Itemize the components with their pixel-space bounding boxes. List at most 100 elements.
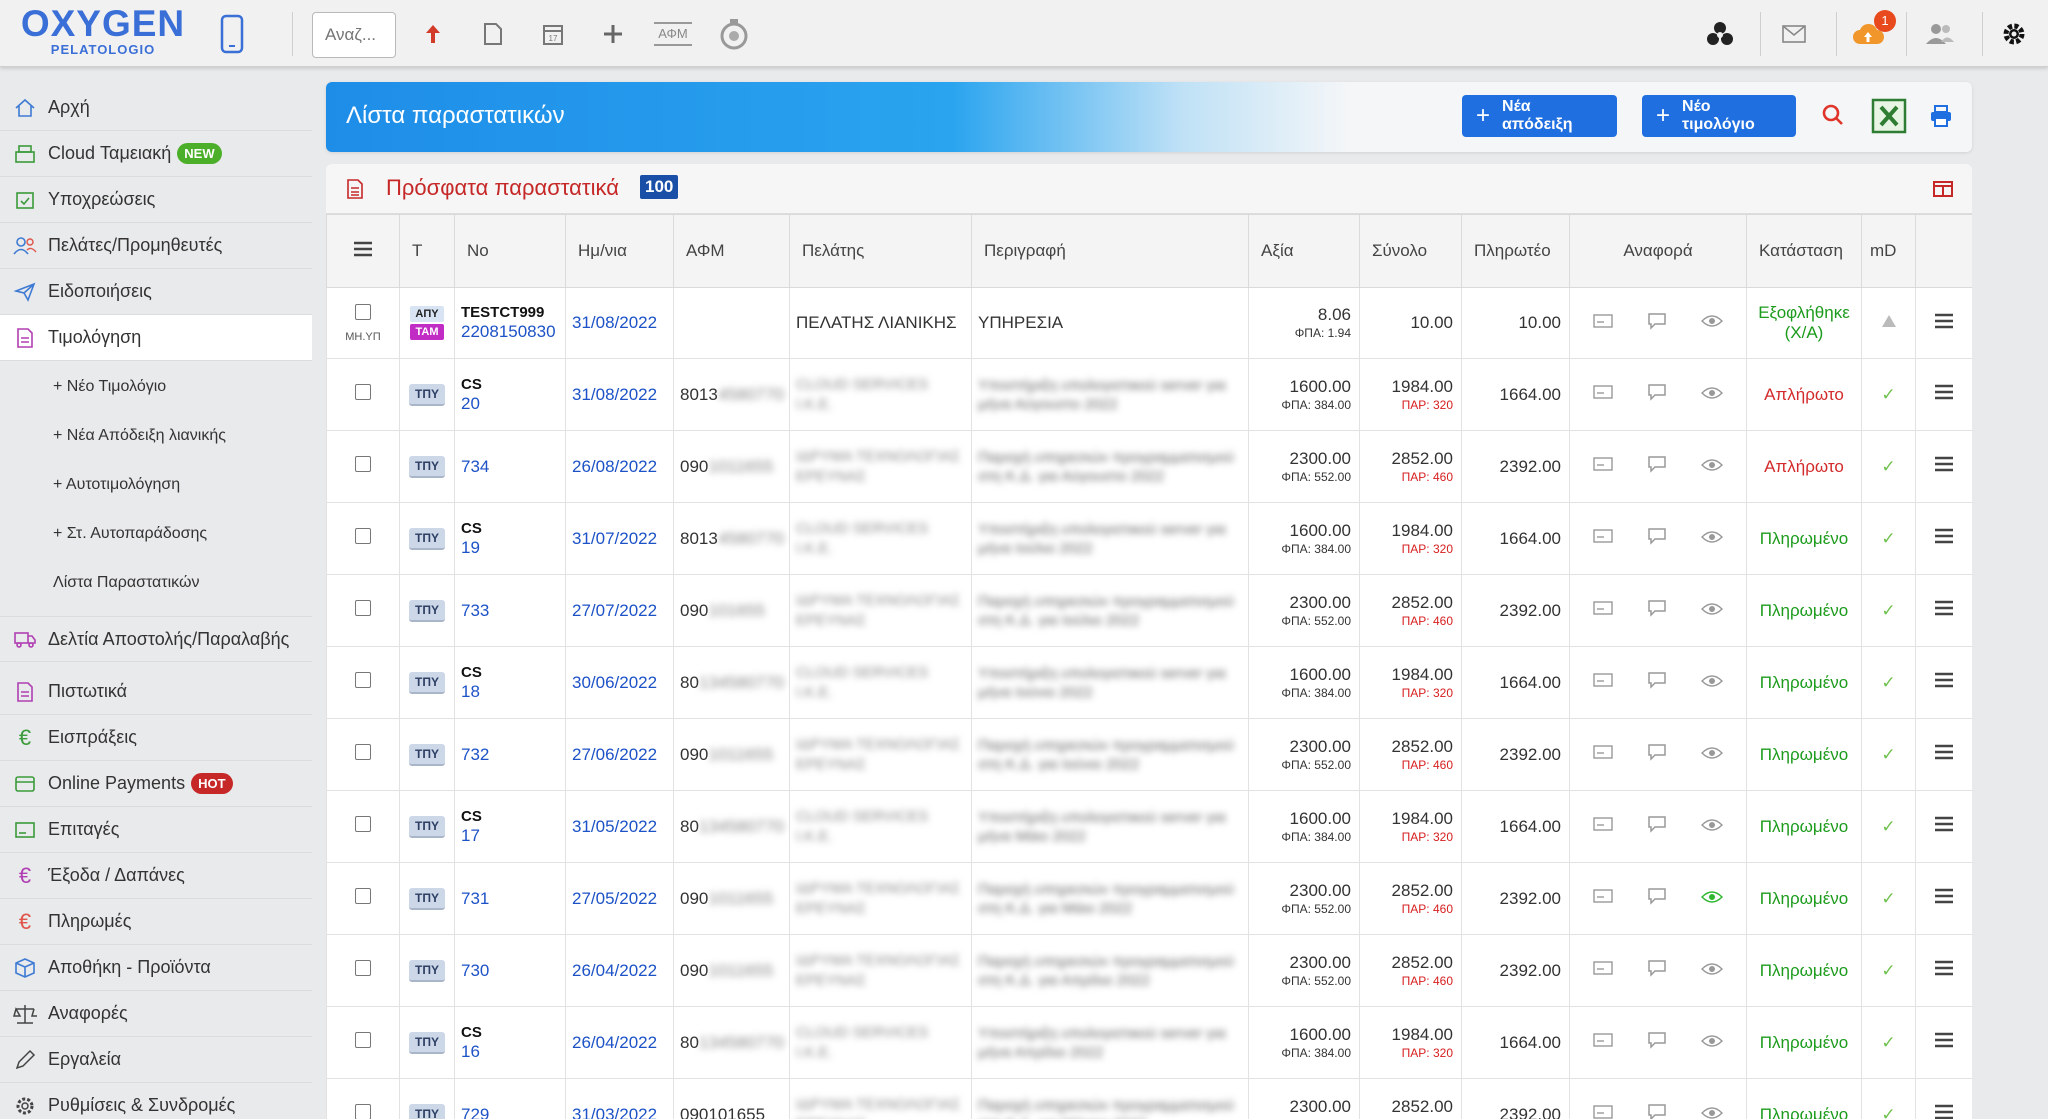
comment-icon[interactable] (1647, 815, 1667, 838)
no-cell[interactable]: 732 (454, 718, 566, 791)
card-icon[interactable] (1593, 384, 1613, 405)
column-header-date[interactable]: Ημ/νια (565, 214, 674, 288)
stopwatch-icon[interactable] (716, 14, 752, 54)
row-checkbox[interactable] (355, 744, 371, 760)
sidebar-item-obligations[interactable]: Υποχρεώσεις (0, 177, 312, 223)
sidebar-item-notifications[interactable]: Ειδοποιήσεις (0, 269, 312, 315)
eye-icon[interactable] (1701, 889, 1723, 909)
sidebar-item-home[interactable]: Αρχή (0, 85, 312, 131)
card-icon[interactable] (1593, 888, 1613, 909)
no-cell[interactable]: CS 20 (454, 358, 566, 431)
row-checkbox[interactable] (355, 528, 371, 544)
column-header-md[interactable]: mD (1861, 214, 1916, 288)
row-checkbox[interactable] (355, 303, 371, 320)
column-header-value[interactable]: Αξία (1248, 214, 1360, 288)
arrow-up-icon[interactable] (420, 14, 446, 54)
row-menu-icon[interactable] (1915, 934, 1972, 1007)
no-cell[interactable]: 734 (454, 430, 566, 503)
card-icon[interactable] (1593, 313, 1613, 334)
row-menu-icon[interactable] (1915, 718, 1972, 791)
card-icon[interactable] (1593, 528, 1613, 549)
column-header-status[interactable]: Κατάσταση (1746, 214, 1862, 288)
comment-icon[interactable] (1647, 743, 1667, 766)
doc-number[interactable]: 733 (461, 601, 559, 621)
no-cell[interactable]: 733 (454, 574, 566, 647)
table-row[interactable]: ΤΠΥ CS 18 30/06/2022 80134580770 CLOUD SE… (326, 646, 1972, 719)
comment-icon[interactable] (1647, 671, 1667, 694)
sidebar-subitem-new-invoice[interactable]: + Νέο Τιμολόγιο (0, 362, 312, 411)
row-menu-icon[interactable] (1915, 502, 1972, 575)
card-icon[interactable] (1593, 816, 1613, 837)
no-cell[interactable]: 731 (454, 862, 566, 935)
column-header-customer[interactable]: Πελάτης (789, 214, 972, 288)
sidebar-item-expenses[interactable]: € Έξοδα / Δαπάνες (0, 853, 312, 899)
table-row[interactable]: ΤΠΥ 734 26/08/2022 0901011655 ΙΔΡΥΜΑ ΤΕΧ… (326, 430, 1972, 503)
calendar-icon[interactable]: 17 (538, 14, 568, 54)
comment-icon[interactable] (1647, 1031, 1667, 1054)
date-cell[interactable]: 27/07/2022 (565, 574, 674, 647)
no-cell[interactable]: CS 18 (454, 646, 566, 719)
no-cell[interactable]: TESTCT999 2208150830 (454, 287, 566, 359)
doc-number[interactable]: 19 (461, 538, 559, 558)
sidebar-item-delivery-notes[interactable]: Δελτία Αποστολής/Παραλαβής (0, 616, 312, 662)
sidebar-item-reports[interactable]: Αναφορές (0, 991, 312, 1037)
sidebar-item-cloud-cash[interactable]: Cloud Ταμειακή NEW (0, 131, 312, 177)
column-header-description[interactable]: Περιγραφή (971, 214, 1249, 288)
doc-number[interactable]: 16 (461, 1042, 559, 1062)
row-checkbox[interactable] (355, 600, 371, 616)
sidebar-subitem-new-receipt[interactable]: + Νέα Απόδειξη λιανικής (0, 411, 312, 460)
header-menu-icon[interactable] (326, 214, 400, 288)
date-cell[interactable]: 30/06/2022 (565, 646, 674, 719)
print-icon[interactable] (1929, 104, 1953, 133)
row-checkbox[interactable] (355, 816, 371, 832)
gear-icon[interactable] (1996, 14, 2032, 54)
date-cell[interactable]: 31/03/2022 (565, 1078, 674, 1119)
doc-number[interactable]: 17 (461, 826, 559, 846)
eye-icon[interactable] (1701, 1033, 1723, 1053)
comment-icon[interactable] (1647, 959, 1667, 982)
column-header-reference[interactable]: Αναφορά (1569, 214, 1747, 288)
sidebar-item-payments[interactable]: € Πληρωμές (0, 899, 312, 945)
mail-icon[interactable] (1776, 14, 1812, 54)
comment-icon[interactable] (1647, 527, 1667, 550)
row-menu-icon[interactable] (1915, 358, 1972, 431)
no-cell[interactable]: CS 16 (454, 1006, 566, 1079)
date-cell[interactable]: 31/08/2022 (565, 358, 674, 431)
sidebar-subitem-document-list[interactable]: Λίστα Παραστατικών (0, 558, 312, 607)
date-cell[interactable]: 26/08/2022 (565, 430, 674, 503)
row-menu-icon[interactable] (1915, 430, 1972, 503)
table-row[interactable]: ΤΠΥ CS 19 31/07/2022 80134580770 CLOUD SE… (326, 502, 1972, 575)
columns-toggle-icon[interactable] (1932, 179, 1954, 204)
date-cell[interactable]: 31/07/2022 (565, 502, 674, 575)
table-row[interactable]: ΜΗ.ΥΠ ΑΠΥ ΤΑΜ TESTCT999 2208150830 31/08/2… (326, 287, 1972, 359)
comment-icon[interactable] (1647, 887, 1667, 910)
row-menu-icon[interactable] (1915, 1078, 1972, 1119)
eye-icon[interactable] (1701, 817, 1723, 837)
row-checkbox[interactable] (355, 960, 371, 976)
date-cell[interactable]: 31/05/2022 (565, 790, 674, 863)
sidebar-item-warehouse[interactable]: Αποθήκη - Προϊόντα (0, 945, 312, 991)
search-input[interactable] (312, 12, 396, 58)
mobile-icon[interactable] (217, 14, 247, 54)
column-header-payable[interactable]: Πληρωτέο (1461, 214, 1570, 288)
eye-icon[interactable] (1701, 1105, 1723, 1119)
sidebar-item-credits[interactable]: Πιστωτικά (0, 669, 312, 715)
eye-icon[interactable] (1701, 385, 1723, 405)
table-row[interactable]: ΤΠΥ 731 27/05/2022 0901011655 ΙΔΡΥΜΑ ΤΕΧ… (326, 862, 1972, 935)
sidebar-item-collections[interactable]: € Εισπράξεις (0, 715, 312, 761)
new-receipt-button[interactable]: + Νέα απόδειξη (1462, 95, 1617, 137)
row-menu-icon[interactable] (1915, 574, 1972, 647)
row-menu-icon[interactable] (1915, 287, 1972, 359)
no-cell[interactable]: 729 (454, 1078, 566, 1119)
table-row[interactable]: ΤΠΥ 729 31/03/2022 090101655 ΙΔΡΥΜΑ ΤΕΧΝ… (326, 1078, 1972, 1119)
table-row[interactable]: ΤΠΥ 732 27/06/2022 0901011655 ΙΔΡΥΜΑ ΤΕΧ… (326, 718, 1972, 791)
card-icon[interactable] (1593, 1104, 1613, 1119)
date-cell[interactable]: 26/04/2022 (565, 934, 674, 1007)
row-menu-icon[interactable] (1915, 646, 1972, 719)
eye-icon[interactable] (1701, 601, 1723, 621)
sidebar-subitem-self-delivery[interactable]: + Στ. Αυτοπαράδοσης (0, 509, 312, 558)
row-checkbox[interactable] (355, 1104, 371, 1119)
eye-icon[interactable] (1701, 313, 1723, 333)
date-cell[interactable]: 26/04/2022 (565, 1006, 674, 1079)
comment-icon[interactable] (1647, 312, 1667, 335)
